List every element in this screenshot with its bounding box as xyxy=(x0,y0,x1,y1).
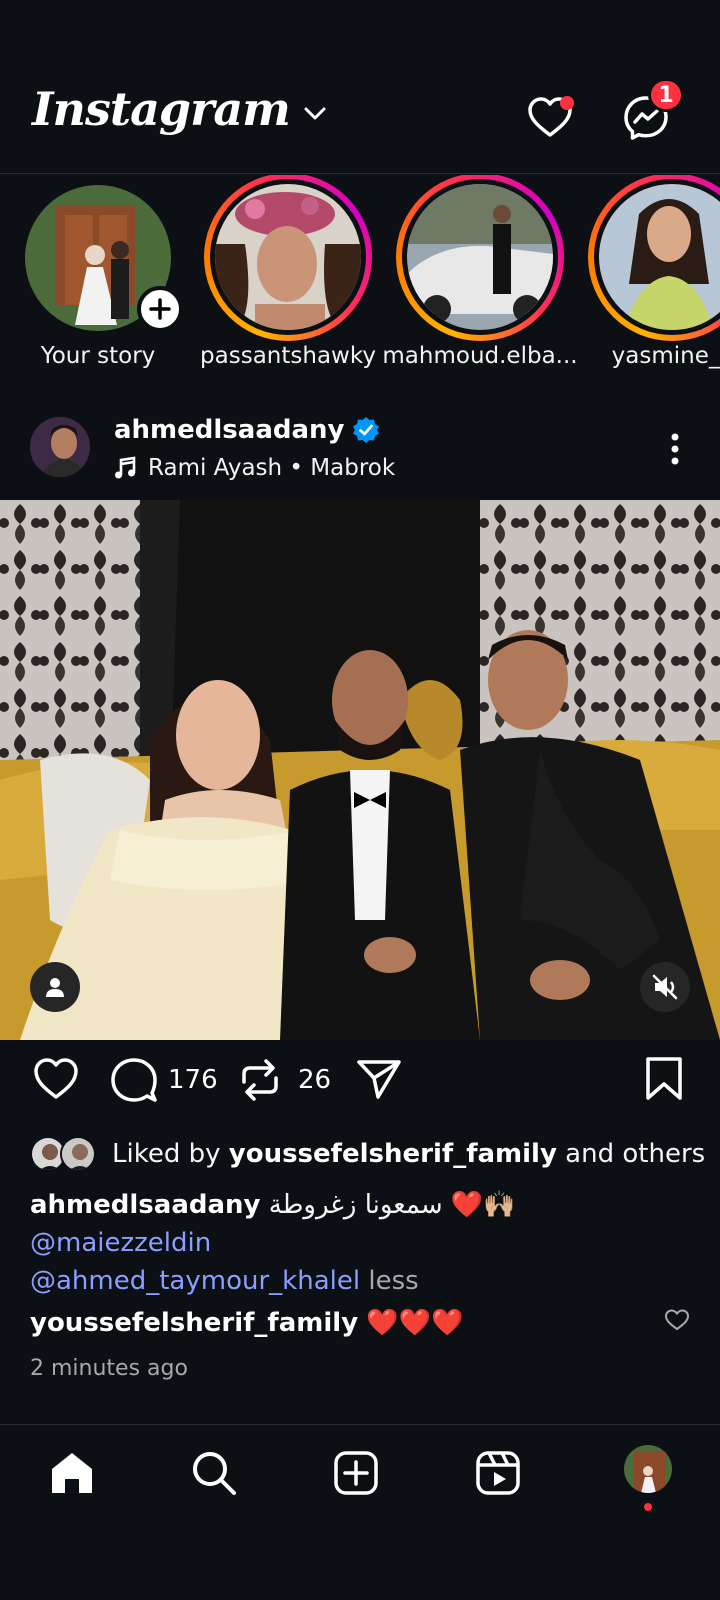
caption-less-toggle[interactable]: less xyxy=(360,1266,418,1296)
add-story-button[interactable] xyxy=(137,286,183,332)
app-header: Instagram 1 xyxy=(0,60,720,174)
instagram-logo: Instagram xyxy=(32,82,291,136)
post-actions: 176 26 xyxy=(0,1056,720,1116)
nav-home[interactable] xyxy=(44,1445,100,1501)
comment-like-button[interactable] xyxy=(664,1308,690,1336)
nav-reels[interactable] xyxy=(470,1445,526,1501)
search-icon xyxy=(193,1452,236,1495)
profile-notification-dot xyxy=(644,1503,652,1511)
post-music-row[interactable]: Rami Ayash • Mabrok xyxy=(114,455,395,481)
verified-icon xyxy=(353,417,380,443)
liked-by-suffix: and others xyxy=(556,1139,706,1169)
heart-icon xyxy=(34,1058,78,1099)
post-author-avatar[interactable] xyxy=(30,417,90,477)
post-username-row[interactable]: ahmedlsaadany xyxy=(114,415,380,445)
notifications-button[interactable] xyxy=(526,94,574,142)
messages-button[interactable]: 1 xyxy=(622,78,684,142)
like-button[interactable] xyxy=(32,1056,80,1102)
caption-text: سمعونا زغروطة ❤️🙌🏼 xyxy=(268,1190,516,1220)
caption-mention[interactable]: @ahmed_taymour_khalel xyxy=(30,1266,360,1296)
liked-by-avatars xyxy=(30,1134,102,1174)
notification-dot xyxy=(560,96,574,110)
messages-badge: 1 xyxy=(648,78,684,112)
music-note-icon xyxy=(115,456,136,479)
avatar xyxy=(60,1136,96,1172)
story-username: passantshawky xyxy=(200,343,376,369)
post-timestamp: 2 minutes ago xyxy=(30,1356,188,1381)
more-vertical-icon xyxy=(671,433,679,465)
share-button[interactable] xyxy=(356,1056,402,1102)
create-icon xyxy=(334,1451,378,1495)
tagged-people-button[interactable] xyxy=(30,962,80,1012)
person-tag-icon xyxy=(46,978,64,997)
repost-count: 26 xyxy=(298,1065,332,1095)
story-avatar xyxy=(215,184,361,330)
heart-icon xyxy=(664,1309,690,1331)
top-comment: youssefelsherif_family ❤️❤️❤️ xyxy=(30,1308,464,1338)
post-options-button[interactable] xyxy=(660,429,690,469)
save-button[interactable] xyxy=(644,1056,684,1102)
post-username: ahmedlsaadany xyxy=(114,415,345,445)
caption-username[interactable]: ahmedlsaadany xyxy=(30,1190,260,1220)
chevron-down-icon xyxy=(304,107,326,120)
story-username: mahmoud.elba... xyxy=(382,343,578,369)
post-header: ahmedlsaadany Rami Ayash • Mabrok xyxy=(0,405,720,485)
caption-mention[interactable]: @maiezzeldin xyxy=(30,1228,211,1258)
liked-by-prefix: Liked by xyxy=(112,1139,229,1169)
story-avatar xyxy=(407,184,553,330)
post-caption: ahmedlsaadany سمعونا زغروطة ❤️🙌🏼 @maiezz… xyxy=(30,1186,710,1300)
comment-count: 176 xyxy=(168,1065,218,1095)
post-music-label: Rami Ayash • Mabrok xyxy=(148,455,396,481)
repost-button[interactable]: 26 xyxy=(238,1056,331,1104)
liked-by-row[interactable]: Liked by youssefelsherif_family and othe… xyxy=(30,1134,705,1174)
logo-switcher[interactable]: Instagram xyxy=(32,82,326,136)
story-username: yasmine_s xyxy=(611,343,720,369)
repost-icon xyxy=(242,1059,278,1101)
comment-button[interactable]: 176 xyxy=(110,1056,218,1104)
comment-username[interactable]: youssefelsherif_family xyxy=(30,1308,358,1338)
liked-by-user[interactable]: youssefelsherif_family xyxy=(229,1139,557,1169)
bookmark-icon xyxy=(646,1057,682,1100)
bottom-nav xyxy=(0,1424,720,1524)
stories-tray: Your story passantshawky mahmoud.elba...… xyxy=(0,175,720,385)
nav-profile[interactable] xyxy=(622,1443,674,1495)
mute-icon xyxy=(652,974,678,1000)
post-photo xyxy=(0,500,720,1040)
story-username: Your story xyxy=(40,343,156,369)
status-bar xyxy=(0,0,720,60)
home-icon xyxy=(52,1453,92,1493)
share-icon xyxy=(357,1060,401,1099)
reels-icon xyxy=(476,1451,520,1495)
comment-icon xyxy=(111,1058,157,1102)
nav-search[interactable] xyxy=(186,1445,242,1501)
avatar xyxy=(624,1445,672,1493)
post-media[interactable] xyxy=(0,500,720,1040)
comment-text: ❤️❤️❤️ xyxy=(366,1308,464,1338)
nav-create[interactable] xyxy=(328,1445,384,1501)
plus-icon xyxy=(149,298,171,320)
mute-button[interactable] xyxy=(640,962,690,1012)
